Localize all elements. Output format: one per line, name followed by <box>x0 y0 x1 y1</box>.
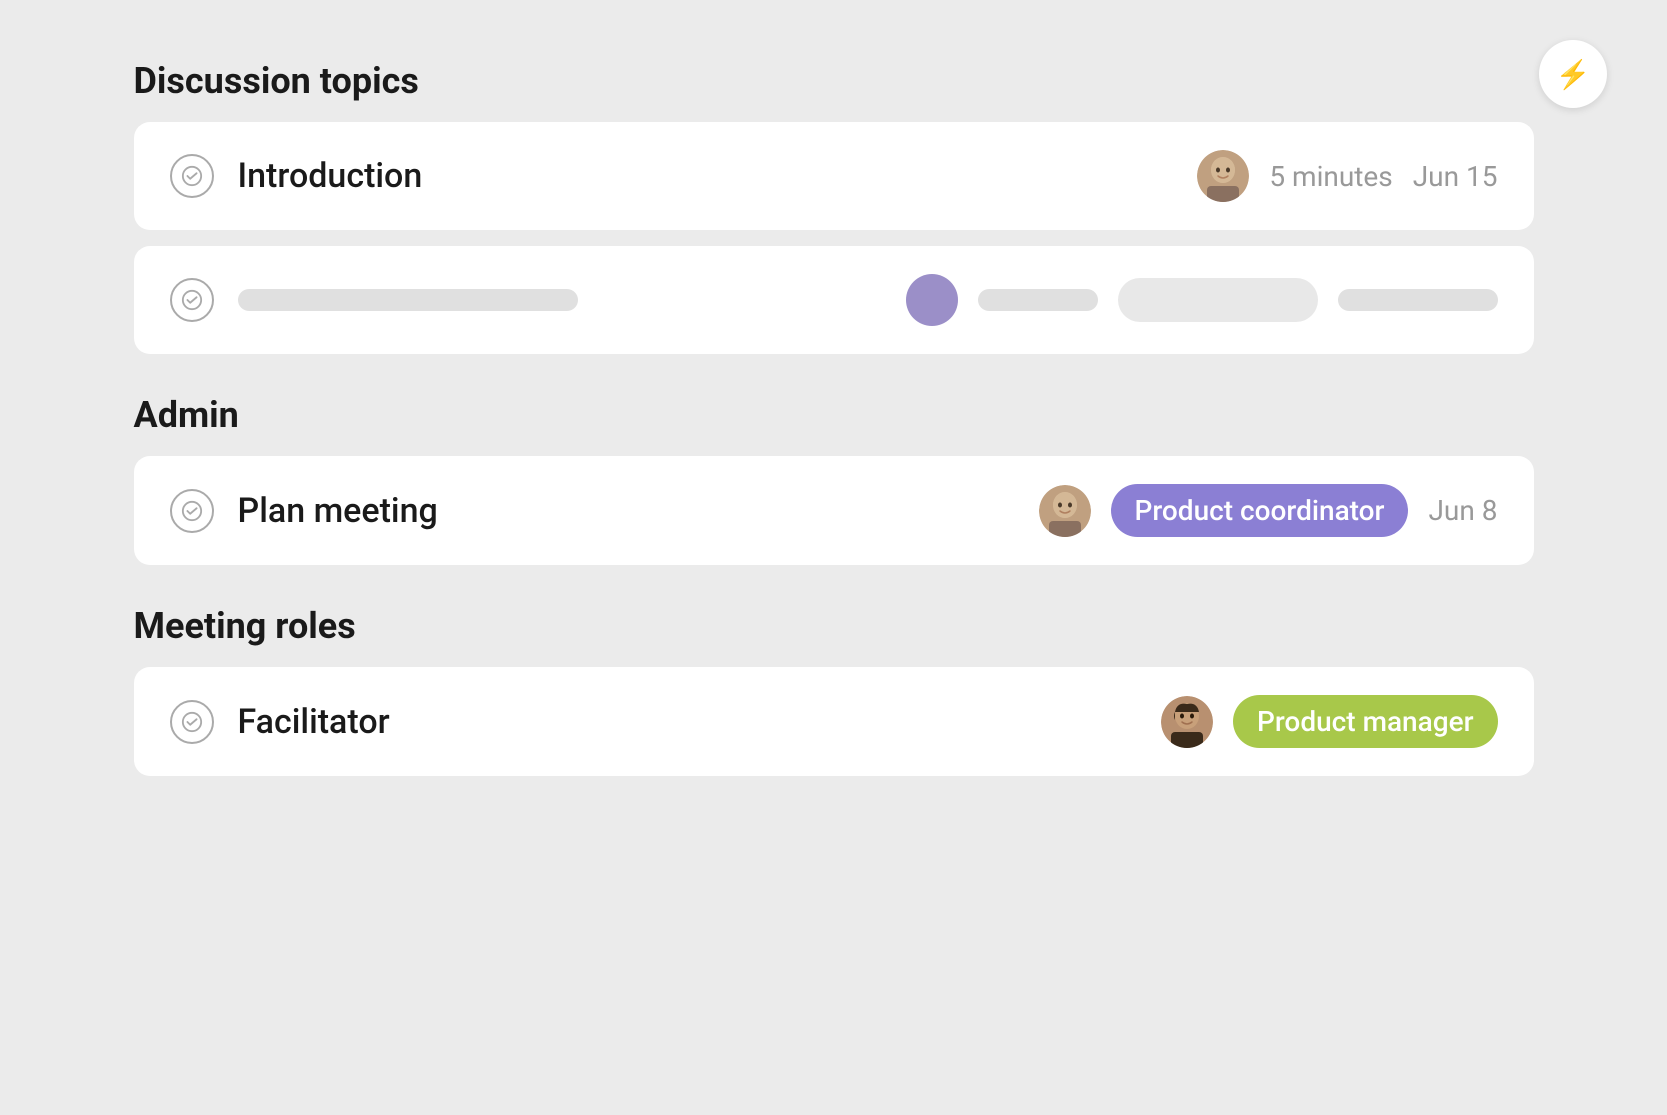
checkbox-skeleton[interactable] <box>170 278 214 322</box>
section-meeting-roles: Meeting roles Facilitator <box>134 605 1534 776</box>
card-meta-introduction: 5 minutes Jun 15 <box>1197 150 1497 202</box>
main-container: Discussion topics Introduction <box>134 60 1534 792</box>
section-title-meeting-roles: Meeting roles <box>134 605 1534 647</box>
avatar-introduction <box>1197 150 1249 202</box>
item-title-plan-meeting: Plan meeting <box>238 491 1015 531</box>
item-introduction: Introduction 5 minutes Jun 15 <box>134 122 1534 230</box>
item-skeleton <box>134 246 1534 354</box>
section-admin: Admin Plan meeting <box>134 394 1534 565</box>
skeleton-duration-bar <box>978 289 1098 311</box>
section-discussion-topics: Discussion topics Introduction <box>134 60 1534 354</box>
section-title-discussion-topics: Discussion topics <box>134 60 1534 102</box>
card-meta-skeleton <box>906 274 1498 326</box>
badge-product-coordinator: Product coordinator <box>1111 484 1409 537</box>
quick-actions-button[interactable]: ⚡ <box>1539 40 1607 108</box>
checkmark-plan-meeting-icon <box>181 500 203 522</box>
checkbox-introduction[interactable] <box>170 154 214 198</box>
skeleton-date-bar <box>1338 289 1498 311</box>
skeleton-text-bar <box>238 289 578 311</box>
card-meta-facilitator: Product manager <box>1161 695 1497 748</box>
skeleton-avatar <box>906 274 958 326</box>
lightning-icon: ⚡ <box>1556 58 1591 91</box>
checkmark-facilitator-icon <box>181 711 203 733</box>
skeleton-pill <box>1118 278 1318 322</box>
item-title-facilitator: Facilitator <box>238 702 1138 742</box>
avatar-facilitator <box>1161 696 1213 748</box>
checkmark-skeleton-icon <box>181 289 203 311</box>
section-title-admin: Admin <box>134 394 1534 436</box>
checkmark-icon <box>181 165 203 187</box>
date-plan-meeting: Jun 8 <box>1428 494 1497 527</box>
item-title-introduction: Introduction <box>238 156 1174 196</box>
duration-introduction: 5 minutes <box>1269 160 1392 193</box>
item-facilitator: Facilitator Product manager <box>134 667 1534 776</box>
date-introduction: Jun 15 <box>1413 160 1498 193</box>
checkbox-facilitator[interactable] <box>170 700 214 744</box>
checkbox-plan-meeting[interactable] <box>170 489 214 533</box>
avatar-plan-meeting <box>1039 485 1091 537</box>
badge-product-manager: Product manager <box>1233 695 1497 748</box>
card-meta-plan-meeting: Product coordinator Jun 8 <box>1039 484 1498 537</box>
item-plan-meeting: Plan meeting Product coordinator Jun 8 <box>134 456 1534 565</box>
